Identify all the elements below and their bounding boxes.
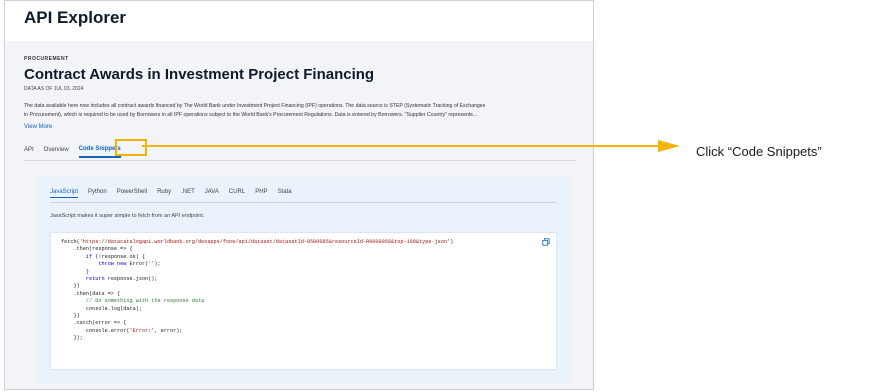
lang-tab-javascript[interactable]: JavaScript <box>50 189 79 198</box>
callout-line <box>142 145 662 147</box>
snippet-intro: JavaScript makes it super simple to fetc… <box>50 213 205 219</box>
lang-tab-curl[interactable]: CURL <box>229 189 245 198</box>
code-line: .then(data => { <box>61 290 121 297</box>
data-as-of: DATA AS OF JUL 03, 2024 <box>24 86 84 92</box>
app-window: API Explorer PROCUREMENT Contract Awards… <box>4 0 594 390</box>
code-line: }); <box>61 335 83 342</box>
code-line: .catch(error => { <box>61 320 127 327</box>
code-token: console.error( <box>61 327 130 334</box>
dataset-description: The data available here now includes all… <box>24 102 576 119</box>
lang-tab-php[interactable]: PHP <box>255 189 267 198</box>
code-token: Error( <box>126 261 149 268</box>
tab-api[interactable]: API <box>24 143 34 157</box>
lang-tab-python[interactable]: Python <box>88 189 107 198</box>
code-string: 'Error:' <box>129 327 155 334</box>
lang-tab-java[interactable]: JAVA <box>205 189 219 198</box>
code-token: , error); <box>154 327 183 334</box>
code-token: fetch( <box>61 239 80 245</box>
lang-tab-stata[interactable]: Stata <box>278 189 292 198</box>
lang-tab-powershell[interactable]: PowerShell <box>117 189 147 198</box>
language-tabs: JavaScript Python PowerShell Ruby .NET J… <box>50 189 292 198</box>
code-text: fetch('https://datacatalogapi.worldbank.… <box>61 239 453 343</box>
description-line: in Procurement), which is required to be… <box>24 111 478 118</box>
app-header: API Explorer <box>5 1 593 41</box>
code-token: ) <box>450 239 454 245</box>
highlight-box <box>115 139 147 156</box>
description-line: The data available here now includes all… <box>24 103 486 109</box>
app-title: API Explorer <box>24 8 127 27</box>
tab-bar: API Overview Code Snippets <box>24 141 121 159</box>
code-line: }) <box>61 283 80 290</box>
code-keyword: throw new <box>98 261 127 268</box>
code-url: 'https://datacatalogapi.worldbank.org/de… <box>79 239 451 245</box>
code-keyword: return <box>85 276 105 283</box>
tab-overview[interactable]: Overview <box>44 143 69 157</box>
arrow-right-icon <box>658 140 680 152</box>
copy-icon[interactable] <box>542 238 550 246</box>
tab-divider <box>24 160 576 161</box>
code-block: fetch('https://datacatalogapi.worldbank.… <box>50 232 557 370</box>
dataset-category: PROCUREMENT <box>24 56 69 62</box>
instruction-text: Click “Code Snippets” <box>696 144 822 159</box>
language-divider <box>50 202 557 203</box>
code-line: console.log(data); <box>61 305 142 312</box>
view-more-link[interactable]: View More <box>24 124 52 130</box>
code-line: }) <box>61 313 80 320</box>
code-token: (!response.ok) { <box>92 253 146 260</box>
code-line: .then(response => { <box>61 246 133 253</box>
page-title: Contract Awards in Investment Project Fi… <box>24 66 375 83</box>
code-token: response.json(); <box>104 276 158 283</box>
lang-tab-dotnet[interactable]: .NET <box>181 189 195 198</box>
code-token: ); <box>154 261 161 268</box>
lang-tab-ruby[interactable]: Ruby <box>157 189 171 198</box>
code-comment: // Do something with the response data <box>61 298 205 305</box>
code-snippets-panel: JavaScript Python PowerShell Ruby .NET J… <box>37 177 570 383</box>
code-line: } <box>61 268 90 275</box>
